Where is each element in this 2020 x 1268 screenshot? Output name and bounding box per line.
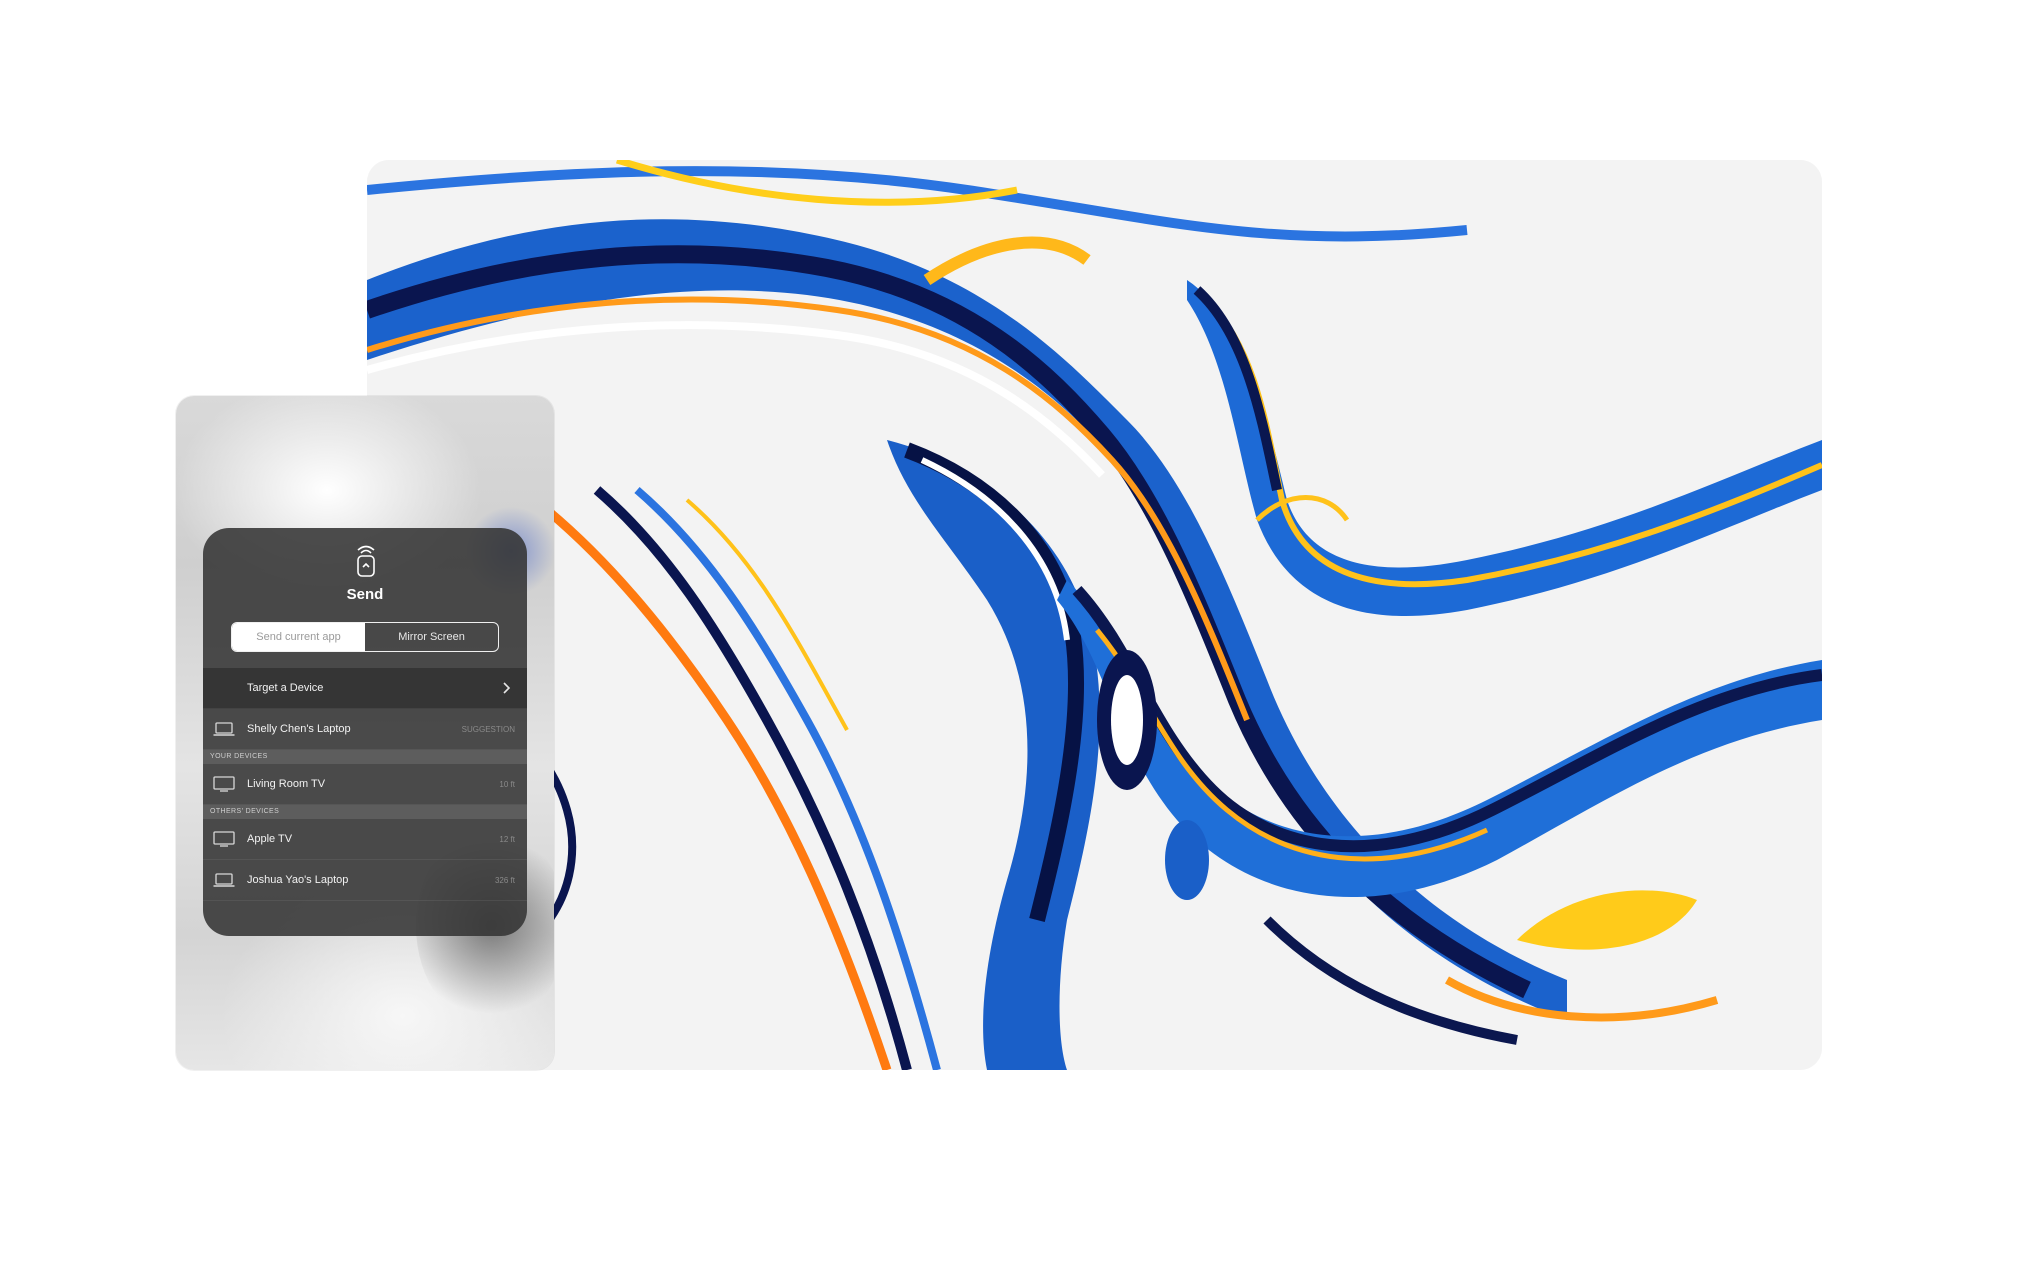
desktop-screen — [367, 160, 1822, 1070]
mode-segmented-control: Send current app Mirror Screen — [231, 622, 499, 652]
laptop-icon — [213, 722, 235, 736]
your-devices-header: YOUR DEVICES — [203, 750, 527, 764]
target-device-row[interactable]: Target a Device — [203, 668, 527, 709]
device-list: Target a Device Shelly Chen's Laptop SUG… — [203, 668, 527, 901]
device-name: Shelly Chen's Laptop — [247, 723, 351, 735]
device-row-apple-tv[interactable]: Apple TV 12 ft — [203, 819, 527, 860]
chevron-right-icon — [503, 682, 511, 694]
remote-wireless-icon — [357, 545, 375, 577]
target-device-label: Target a Device — [247, 682, 324, 694]
laptop-icon — [213, 873, 235, 887]
device-row-joshua-laptop[interactable]: Joshua Yao's Laptop 326 ft — [203, 860, 527, 901]
mirror-screen-button[interactable]: Mirror Screen — [365, 623, 498, 651]
phone-device: Send Send current app Mirror Screen Targ… — [176, 396, 554, 1070]
device-distance: 12 ft — [499, 834, 515, 844]
send-current-app-button[interactable]: Send current app — [232, 623, 365, 651]
device-distance: 10 ft — [499, 779, 515, 789]
wallpaper — [367, 160, 1822, 1070]
suggested-device-row[interactable]: Shelly Chen's Laptop SUGGESTION — [203, 709, 527, 750]
device-name: Joshua Yao's Laptop — [247, 874, 349, 886]
suggestion-tag: SUGGESTION — [461, 724, 515, 734]
others-devices-header: OTHERS' DEVICES — [203, 805, 527, 819]
tv-icon — [213, 776, 235, 792]
device-row-living-room-tv[interactable]: Living Room TV 10 ft — [203, 764, 527, 805]
panel-title: Send — [346, 586, 384, 603]
device-distance: 326 ft — [494, 875, 515, 885]
send-panel: Send Send current app Mirror Screen Targ… — [203, 528, 527, 936]
device-name: Living Room TV — [247, 778, 326, 790]
device-name: Apple TV — [247, 833, 293, 845]
tv-icon — [213, 831, 235, 847]
